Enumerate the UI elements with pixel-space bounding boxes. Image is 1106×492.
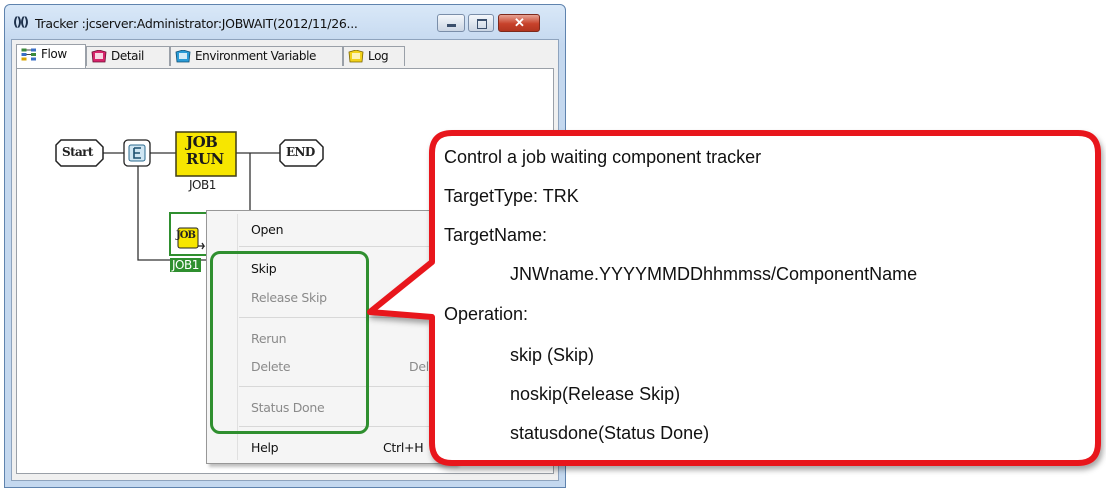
tab-flow[interactable]: Flow (16, 44, 86, 68)
callout-line-statusdone: statusdone(Status Done) (510, 423, 710, 443)
flow-icon (21, 48, 37, 61)
callout-line-targetname: TargetName: (444, 225, 548, 245)
callout-line-skip: skip (Skip) (510, 345, 595, 365)
callout-line-title: Control a job waiting component tracker (444, 147, 762, 167)
callout-balloon (367, 130, 1101, 466)
callout-line-targetname-value: JNWname.YYYYMMDDhhmmss/ComponentName (510, 264, 918, 284)
callout-line-noskip: noskip(Release Skip) (510, 384, 681, 404)
callout-line-targettype: TargetType: TRK (444, 186, 579, 206)
callout-line-operation: Operation: (444, 304, 529, 324)
tab-flow-label: Flow (41, 47, 67, 61)
